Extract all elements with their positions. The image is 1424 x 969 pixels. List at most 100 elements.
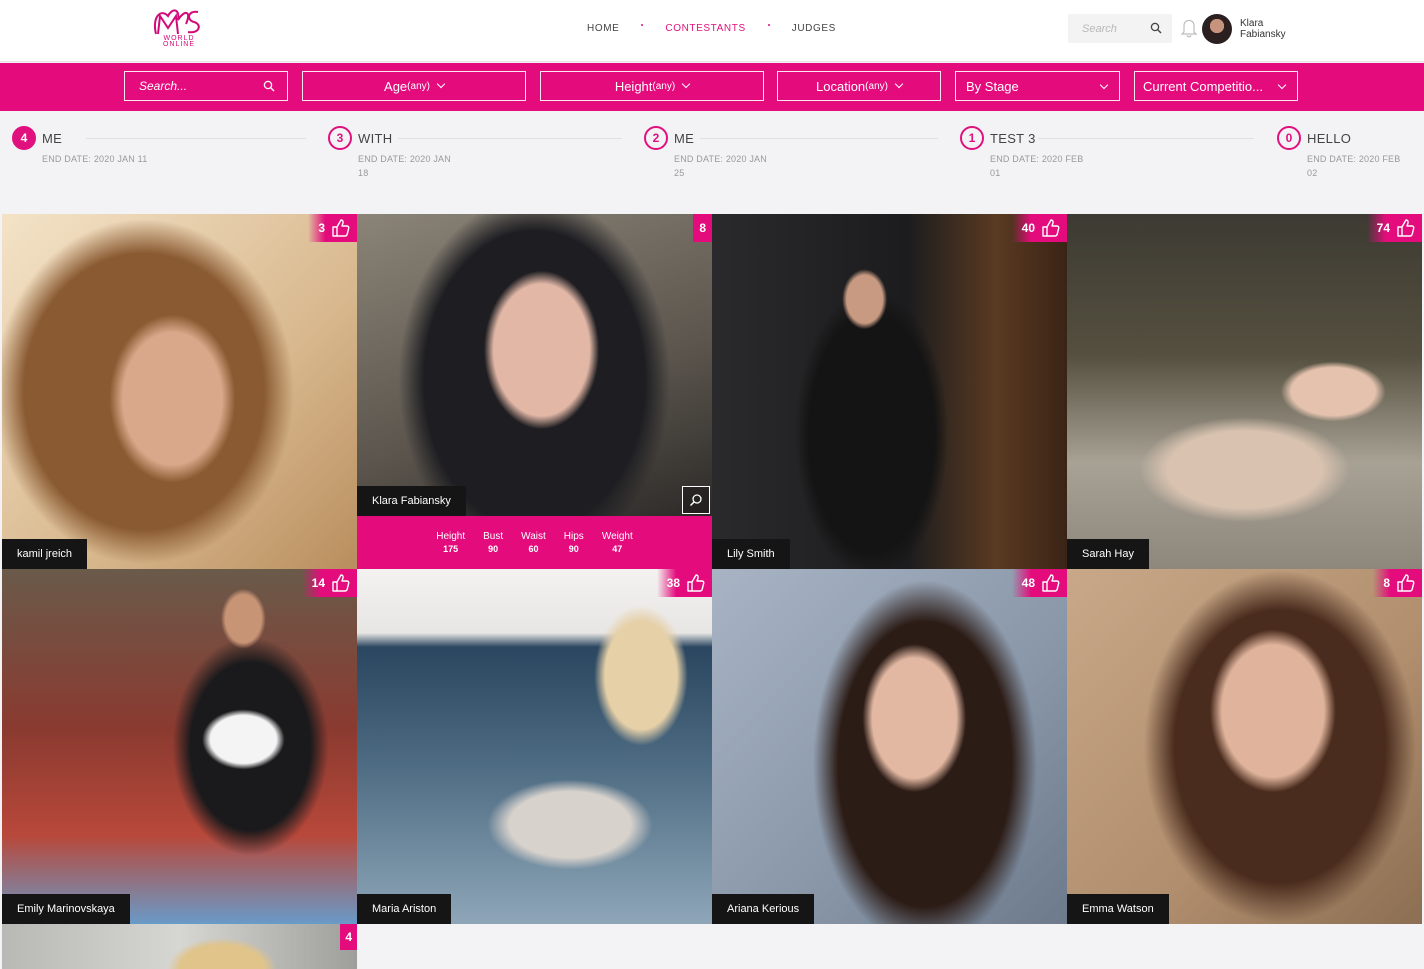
vote-badge[interactable]: 4 (340, 924, 357, 950)
contestant-card[interactable]: 8 Emma Watson (1067, 569, 1422, 924)
stage-item[interactable]: 3 WITH END DATE: 2020 JAN 18 (328, 126, 628, 186)
stat-value: 60 (528, 543, 539, 554)
nav-contestants[interactable]: CONTESTANTS (665, 23, 745, 34)
stat-waist: Waist 60 (521, 530, 546, 556)
nav-judges[interactable]: JUDGES (792, 23, 836, 34)
filter-location[interactable]: Location (any) (777, 71, 941, 101)
vote-badge[interactable]: 8 (693, 214, 712, 242)
contestant-name[interactable]: Klara Fabiansky (357, 486, 466, 516)
stage-item[interactable]: 2 ME END DATE: 2020 JAN 25 (644, 126, 944, 186)
chevron-down-icon (1099, 80, 1109, 90)
vote-badge[interactable]: 40 (1011, 214, 1067, 242)
filter-stage-label: By Stage (966, 78, 1019, 94)
vote-badge[interactable]: 8 (1373, 569, 1422, 597)
vote-badge[interactable]: 38 (656, 569, 712, 597)
stat-value: 175 (443, 543, 459, 554)
contestant-photo[interactable] (357, 569, 712, 924)
thumbs-up-icon[interactable] (1041, 218, 1061, 238)
contestant-photo[interactable] (2, 924, 357, 969)
contestant-photo[interactable] (2, 569, 357, 924)
contestant-name[interactable]: Ariana Kerious (712, 894, 815, 924)
filter-competition-label: Current Competitio... (1143, 78, 1263, 94)
stat-value: 47 (612, 543, 623, 554)
stage-item[interactable]: 0 HELLO END DATE: 2020 FEB 02 (1277, 126, 1417, 186)
contestant-card[interactable]: 48 Ariana Kerious (712, 569, 1067, 924)
stage-divider (398, 138, 622, 139)
filter-height-label: Height (614, 78, 653, 94)
stat-bust: Bust 90 (483, 530, 503, 556)
stage-date: END DATE: 2020 JAN 25 (674, 154, 767, 178)
contestant-card[interactable]: 14 Emily Marinovskaya (2, 569, 357, 924)
contestant-photo[interactable] (357, 214, 712, 516)
contestant-name[interactable]: Lily Smith (712, 539, 790, 569)
vote-badge[interactable]: 48 (1011, 569, 1067, 597)
contestant-card[interactable]: 40 Lily Smith (712, 214, 1067, 569)
filter-stage[interactable]: By Stage (955, 71, 1120, 101)
vote-badge[interactable]: 74 (1366, 214, 1422, 242)
bell-icon[interactable] (1180, 18, 1198, 38)
filter-search-input[interactable]: Search... (139, 79, 187, 93)
nav-separator (641, 23, 644, 26)
stat-label: Weight (601, 530, 633, 542)
thumbs-up-icon[interactable] (331, 573, 351, 593)
stage-title: ME (674, 131, 695, 146)
contestant-name[interactable]: Sarah Hay (1067, 539, 1149, 569)
filter-bar: Search... Age (any) Height (any) Locatio… (0, 63, 1424, 111)
stat-weight: Weight 47 (602, 530, 633, 556)
filter-search[interactable]: Search... (124, 71, 288, 101)
contestant-card[interactable]: 8 Klara Fabiansky Height 175 Bust 90 Wai… (357, 214, 712, 569)
search-icon[interactable] (263, 80, 275, 92)
vote-count: 3 (318, 221, 325, 235)
stat-value: 90 (568, 543, 579, 554)
thumbs-up-icon[interactable] (1396, 573, 1416, 593)
header-search[interactable]: Search (1068, 14, 1172, 43)
contestant-card[interactable]: 3 kamil jreich (2, 214, 357, 569)
vote-count: 40 (1021, 221, 1035, 235)
top-header: WORLD ONLINE HOME CONTESTANTS JUDGES Sea… (0, 0, 1424, 62)
stage-number: 3 (328, 126, 352, 150)
vote-count: 38 (666, 576, 680, 590)
vote-badge[interactable]: 3 (308, 214, 357, 242)
chevron-down-icon (1277, 80, 1287, 90)
stage-divider (86, 138, 306, 139)
contestant-photo[interactable] (2, 214, 357, 569)
zoom-icon[interactable] (689, 493, 703, 507)
contestant-name[interactable]: Maria Ariston (357, 894, 452, 924)
filter-competition[interactable]: Current Competitio... (1134, 71, 1298, 101)
user-name[interactable]: Klara Fabiansky (1240, 18, 1310, 40)
main-nav: HOME CONTESTANTS JUDGES (587, 23, 836, 34)
stage-item[interactable]: 4 ME END DATE: 2020 JAN 11 (12, 126, 312, 186)
contestant-name[interactable]: Emily Marinovskaya (2, 894, 130, 924)
zoom-button[interactable] (682, 486, 710, 514)
contestant-card[interactable]: 74 Sarah Hay (1067, 214, 1422, 569)
filter-age[interactable]: Age (any) (302, 71, 526, 101)
stage-title: WITH (358, 131, 393, 146)
filter-height[interactable]: Height (any) (540, 71, 764, 101)
thumbs-up-icon[interactable] (686, 573, 706, 593)
contestant-card[interactable]: 38 Maria Ariston (357, 569, 712, 924)
stage-item[interactable]: 1 TEST 3 END DATE: 2020 FEB 01 (960, 126, 1260, 186)
contestant-name[interactable]: kamil jreich (2, 539, 88, 569)
contestant-card[interactable]: 4 (2, 924, 357, 969)
vote-badge[interactable]: 14 (301, 569, 357, 597)
nav-home[interactable]: HOME (587, 23, 619, 34)
contestant-photo[interactable] (1067, 214, 1422, 569)
stage-number: 1 (960, 126, 984, 150)
thumbs-up-icon[interactable] (331, 218, 351, 238)
nav-separator (767, 23, 770, 26)
stat-label: Height (436, 530, 466, 542)
chevron-down-icon (894, 79, 904, 89)
thumbs-up-icon[interactable] (1396, 218, 1416, 238)
stage-divider (700, 138, 938, 139)
contestant-photo[interactable] (1067, 569, 1422, 924)
chevron-down-icon (436, 79, 446, 89)
stage-timeline: 4 ME END DATE: 2020 JAN 11 3 WITH END DA… (0, 112, 1424, 212)
contestant-photo[interactable] (712, 569, 1067, 924)
contestant-photo[interactable] (712, 214, 1067, 569)
header-search-input[interactable]: Search (1082, 23, 1117, 35)
avatar[interactable] (1202, 14, 1232, 44)
thumbs-up-icon[interactable] (1041, 573, 1061, 593)
stat-label: Waist (521, 530, 546, 542)
contestant-name[interactable]: Emma Watson (1067, 894, 1169, 924)
search-icon[interactable] (1150, 22, 1162, 34)
